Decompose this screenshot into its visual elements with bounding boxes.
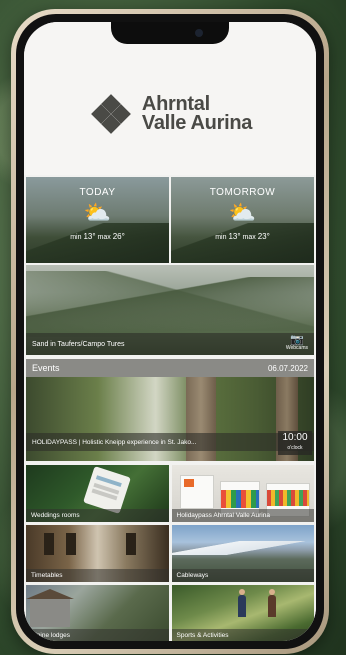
brand-line-2: Valle Aurina [141, 111, 253, 134]
brand-logo-icon [88, 93, 134, 134]
webcam-card[interactable]: Sand in Taufers/Campo Tures 📷 Webcams [26, 265, 314, 355]
tile-alpine-lodges[interactable]: Alpine lodges [26, 585, 169, 641]
tile-label: Timetables [26, 569, 169, 582]
events-header: Events 06.07.2022 [26, 359, 314, 377]
tile-holidaypass[interactable]: Holidaypass Ahrntal Valle Aurina [171, 465, 314, 522]
home-content: TODAY ⛅ min 13° max 26° TOMORROW ⛅ min 1… [24, 175, 316, 641]
event-time-badge: 10:00 o'clock [278, 431, 312, 455]
tile-sports-activities[interactable]: Sports & Activities [171, 585, 314, 641]
brand-line-1: Ahrntal [141, 92, 210, 115]
tile-label: Cableways [171, 569, 314, 582]
weather-today-label: TODAY [79, 187, 116, 198]
tile-label: Alpine lodges [26, 629, 169, 641]
today-max-temp: 26° [112, 232, 125, 241]
phone-bezel: Ahrntal Valle Aurina TODAY ⛅ min 13° max… [16, 14, 324, 649]
brand-name: Ahrntal Valle Aurina [141, 92, 253, 134]
weather-section[interactable]: TODAY ⛅ min 13° max 26° TOMORROW ⛅ min 1… [26, 177, 314, 263]
today-min-temp: 13° [83, 232, 96, 241]
camera-icon: 📷 [290, 334, 304, 346]
events-title: Events [32, 363, 60, 373]
tile-timetables[interactable]: Timetables [26, 525, 169, 582]
weather-tomorrow-temps: min 13° max 23° [215, 232, 270, 241]
event-caption: HOLIDAYPASS | Holistic Kneipp experience… [26, 433, 314, 451]
webcam-badge[interactable]: 📷 Webcams [286, 334, 308, 352]
weather-tomorrow-label: TOMORROW [209, 187, 276, 198]
tile-label: Sports & Activities [171, 629, 314, 641]
events-card[interactable]: Events 06.07.2022 HOLIDAYPASS | Holistic… [26, 359, 314, 461]
events-date: 06.07.2022 [267, 363, 308, 373]
tomorrow-max-temp: 23° [257, 232, 270, 241]
tile-label: Weddings rooms [26, 509, 169, 522]
tile-label: Holidaypass Ahrntal Valle Aurina [171, 509, 314, 522]
event-time-label: o'clock [287, 445, 303, 451]
partly-cloudy-icon: ⛅ [228, 200, 257, 225]
app-header: Ahrntal Valle Aurina [24, 22, 316, 175]
event-time: 10:00 [282, 432, 308, 443]
weather-today-temps: min 13° max 26° [70, 232, 125, 241]
camera-notch [111, 22, 229, 44]
tiles-grid: Weddings rooms Holidaypass Ahrntal Valle… [26, 465, 314, 641]
tile-cableways[interactable]: Cableways [171, 525, 314, 582]
weather-tomorrow-card[interactable]: TOMORROW ⛅ min 13° max 23° [171, 177, 314, 263]
weather-today-card[interactable]: TODAY ⛅ min 13° max 26° [26, 177, 169, 263]
tile-wedding-rooms[interactable]: Weddings rooms [26, 465, 169, 522]
tomorrow-min-temp: 13° [228, 232, 241, 241]
phone-screen: Ahrntal Valle Aurina TODAY ⛅ min 13° max… [24, 22, 316, 641]
webcam-location: Sand in Taufers/Campo Tures [26, 333, 314, 355]
phone-frame: Ahrntal Valle Aurina TODAY ⛅ min 13° max… [11, 9, 329, 654]
partly-cloudy-icon: ⛅ [83, 200, 112, 225]
